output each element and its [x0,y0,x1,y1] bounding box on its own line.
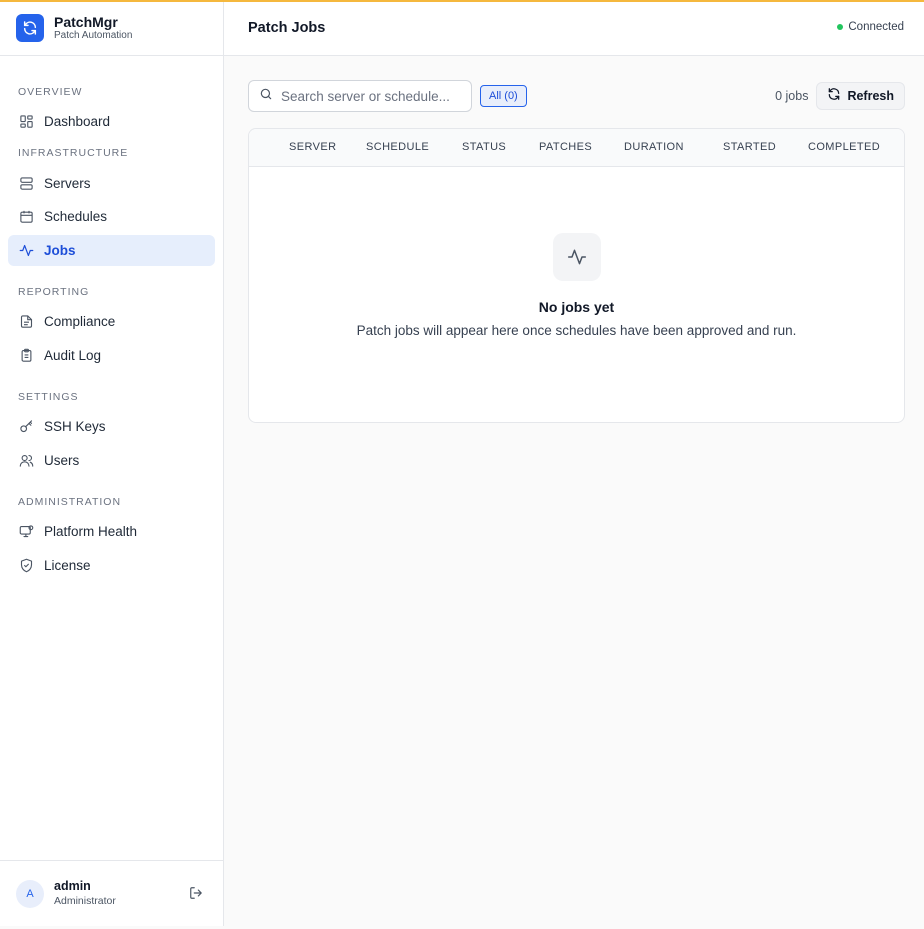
brand-subtitle: Patch Automation [54,29,133,41]
sidebar-item-label: SSH Keys [44,419,106,434]
sidebar-item-dashboard[interactable]: Dashboard [8,106,215,137]
dashboard-grid-icon [18,114,34,130]
column-header-server[interactable]: SERVER [289,129,336,167]
empty-state-description: Patch jobs will appear here once schedul… [356,323,797,338]
section-label-overview: OVERVIEW [18,86,83,98]
refresh-label: Refresh [847,89,894,103]
connection-status: Connected [837,21,904,33]
refresh-icon [827,87,841,106]
status-dot-icon [837,23,844,30]
avatar[interactable]: A [16,879,44,908]
sidebar-item-label: Compliance [44,314,116,329]
main-content: Patch Jobs Connected All (0) 0 jobs Refr… [224,0,924,926]
sidebar-item-ssh-keys[interactable]: SSH Keys [8,411,215,442]
calendar-icon [18,209,34,225]
sidebar-item-license[interactable]: License [8,550,215,581]
logout-icon[interactable] [189,886,205,902]
sidebar-item-users[interactable]: Users [8,445,215,476]
sidebar-nav: OVERVIEW Dashboard INFRASTRUCTURE Server… [0,85,223,581]
toolbar: All (0) 0 jobs Refresh [248,80,905,112]
top-accent-bar [0,0,924,2]
sidebar-item-servers[interactable]: Servers [8,168,215,199]
sidebar-item-label: Servers [44,176,91,191]
key-icon [18,419,34,435]
column-header-patches[interactable]: PATCHES [539,129,592,167]
empty-state-title: No jobs yet [538,299,615,315]
activity-icon [552,233,601,281]
sidebar-item-label: Schedules [44,209,108,224]
refresh-button[interactable]: Refresh [816,82,905,110]
sidebar-item-platform-health[interactable]: Platform Health [8,516,215,547]
user-name: admin [54,879,91,893]
brand[interactable]: PatchMgr Patch Automation [0,0,223,56]
sidebar-item-label: License [44,558,91,573]
activity-icon [18,243,34,259]
sidebar-item-label: Platform Health [44,524,138,539]
section-label-reporting: REPORTING [18,286,90,298]
shield-check-icon [18,558,34,574]
search-box [248,80,472,112]
section-label-infrastructure: INFRASTRUCTURE [18,147,129,159]
sidebar: PatchMgr Patch Automation OVERVIEW Dashb… [0,0,224,926]
sidebar-item-label: Jobs [44,243,76,258]
column-header-schedule[interactable]: SCHEDULE [366,129,429,167]
sidebar-item-audit-log[interactable]: Audit Log [8,340,215,371]
table-header: SERVER SCHEDULE STATUS PATCHES DURATION … [249,129,904,167]
section-label-settings: SETTINGS [18,391,79,403]
server-icon [18,176,34,192]
users-icon [18,453,34,469]
column-header-status[interactable]: STATUS [462,129,506,167]
column-header-started[interactable]: STARTED [723,129,776,167]
user-panel: A admin Administrator [0,860,223,926]
job-count: 0 jobs [775,89,809,103]
sidebar-item-schedules[interactable]: Schedules [8,201,215,232]
sidebar-item-jobs[interactable]: Jobs [8,235,215,266]
clipboard-icon [18,348,34,364]
connection-status-label: Connected [848,20,904,33]
user-role: Administrator [54,895,116,907]
empty-state: No jobs yet Patch jobs will appear here … [249,233,904,338]
monitor-icon [18,524,34,540]
sidebar-item-compliance[interactable]: Compliance [8,306,215,337]
refresh-logo-icon [16,13,44,42]
jobs-table: SERVER SCHEDULE STATUS PATCHES DURATION … [248,128,905,423]
sidebar-item-label: Dashboard [44,114,111,129]
page-header: Patch Jobs Connected [224,0,924,56]
column-header-completed[interactable]: COMPLETED [808,129,880,167]
filter-all-button[interactable]: All (0) [480,85,527,107]
document-icon [18,314,34,330]
search-icon [259,87,273,106]
sidebar-item-label: Audit Log [44,348,102,363]
search-input[interactable] [281,88,461,104]
section-label-administration: ADMINISTRATION [18,496,122,508]
brand-name: PatchMgr [54,13,118,30]
sidebar-item-label: Users [44,453,80,468]
column-header-duration[interactable]: DURATION [624,129,684,167]
page-title: Patch Jobs [248,19,326,36]
